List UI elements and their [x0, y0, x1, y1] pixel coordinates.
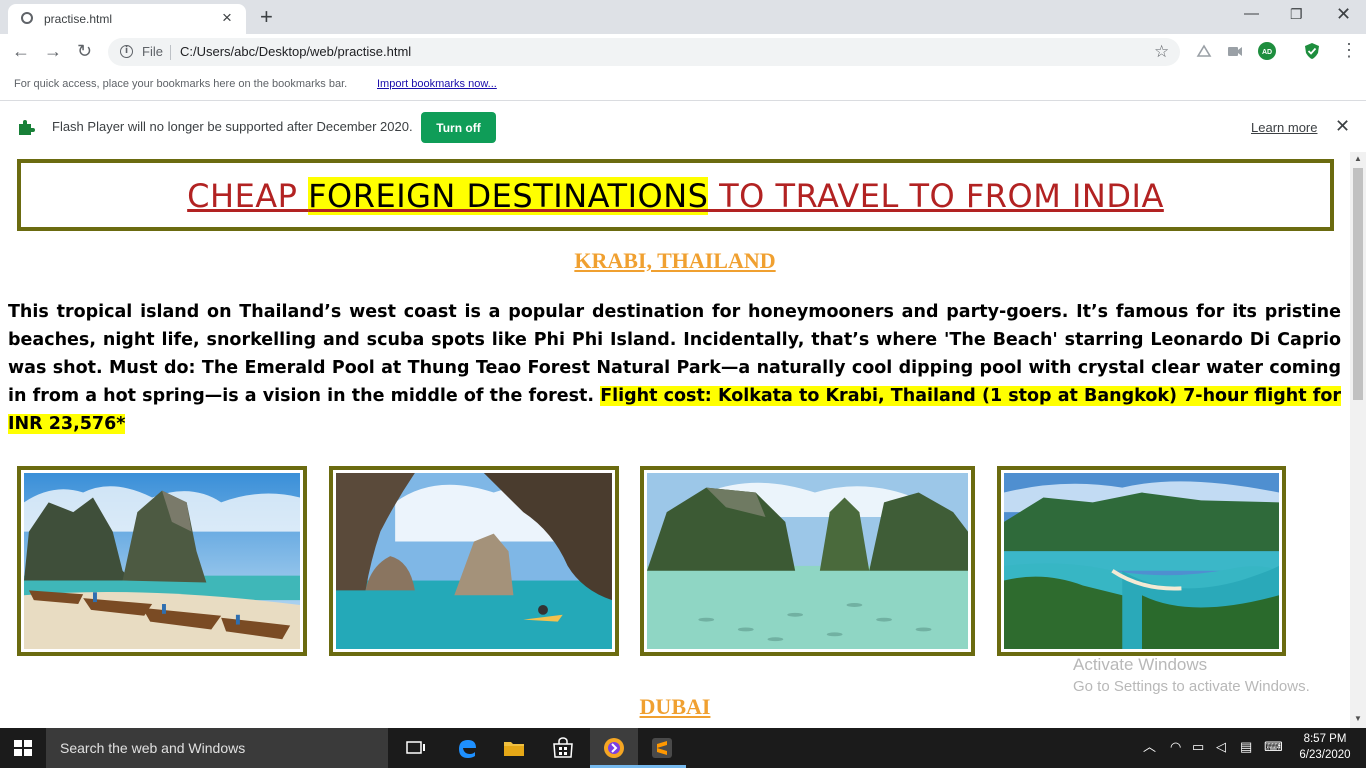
- camera-icon[interactable]: [1226, 42, 1244, 60]
- back-icon[interactable]: ←: [12, 40, 30, 62]
- profile-avatar[interactable]: AD: [1258, 42, 1276, 60]
- shield-check-icon[interactable]: [1303, 42, 1321, 60]
- edge-icon[interactable]: [455, 736, 479, 760]
- avatar-initials: AD: [1262, 49, 1272, 56]
- scroll-up-icon[interactable]: ▲: [1354, 154, 1362, 163]
- page-content: CHEAP FOREIGN DESTINATIONS TO TRAVEL TO …: [0, 152, 1350, 728]
- clock-time: 8:57 PM: [1303, 733, 1347, 745]
- flash-infobar: Flash Player will no longer be supported…: [0, 101, 1366, 153]
- turn-off-button[interactable]: Turn off: [421, 112, 496, 143]
- page-scrollbar[interactable]: ▲ ▼: [1350, 152, 1366, 728]
- heading-frame: CHEAP FOREIGN DESTINATIONS TO TRAVEL TO …: [17, 159, 1334, 231]
- photo-krabi-lagoon: [640, 466, 975, 656]
- minimize-icon[interactable]: —: [1244, 4, 1259, 24]
- scrollbar-thumb[interactable]: [1353, 168, 1363, 400]
- taskbar-search[interactable]: Search the web and Windows: [46, 728, 388, 768]
- tray-chevron-icon[interactable]: ︿: [1143, 738, 1156, 756]
- extension-icon[interactable]: [1195, 42, 1213, 60]
- import-bookmarks-link[interactable]: Import bookmarks now...: [377, 78, 497, 90]
- photo-krabi-kayak: [329, 466, 619, 656]
- watermark-subtitle: Go to Settings to activate Windows.: [1073, 678, 1310, 695]
- phi-phi-image: [1004, 473, 1279, 649]
- bookmark-star-icon[interactable]: ☆: [1154, 41, 1169, 63]
- close-window-icon[interactable]: ✕: [1336, 4, 1351, 24]
- wifi-icon[interactable]: ◠: [1170, 738, 1181, 756]
- forward-icon[interactable]: →: [44, 40, 62, 62]
- clock-date: 6/23/2020: [1299, 749, 1351, 761]
- store-icon[interactable]: [551, 736, 575, 760]
- bookmarks-bar: For quick access, place your bookmarks h…: [0, 70, 1366, 101]
- taskbar: Search the web and Windows ︿ ◠ ▭ ◁ ▤ ⌨ 8…: [0, 728, 1366, 768]
- scroll-down-icon[interactable]: ▼: [1354, 714, 1362, 723]
- browser-toolbar: ← → ↻ i File C:/Users/abc/Desktop/web/pr…: [0, 34, 1366, 70]
- url-text[interactable]: C:/Users/abc/Desktop/web/practise.html: [180, 44, 411, 59]
- heading-highlight: FOREIGN DESTINATIONS: [308, 177, 709, 215]
- heading-part-cheap: CHEAP: [187, 177, 309, 215]
- close-infobar-icon[interactable]: ✕: [1335, 115, 1350, 137]
- watermark-title: Activate Windows: [1073, 655, 1208, 674]
- heading-part-rest: TO TRAVEL TO FROM INDIA: [708, 177, 1164, 215]
- keyboard-icon[interactable]: ⌨: [1264, 738, 1283, 756]
- krabi-kayak-image: [336, 473, 612, 649]
- browser-app-icon[interactable]: [602, 736, 626, 760]
- task-view-icon[interactable]: [404, 736, 428, 760]
- search-placeholder: Search the web and Windows: [60, 740, 246, 756]
- page-heading: CHEAP FOREIGN DESTINATIONS TO TRAVEL TO …: [21, 163, 1330, 215]
- new-tab-icon[interactable]: +: [260, 4, 273, 30]
- bookmarks-hint: For quick access, place your bookmarks h…: [14, 78, 348, 90]
- close-tab-icon[interactable]: ×: [222, 8, 232, 28]
- file-explorer-icon[interactable]: [502, 736, 526, 760]
- activation-watermark: Activate Windows Go to Settings to activ…: [1073, 654, 1310, 698]
- action-center-icon[interactable]: ▤: [1240, 738, 1252, 756]
- battery-icon[interactable]: ▭: [1192, 738, 1204, 756]
- address-bar[interactable]: i File C:/Users/abc/Desktop/web/practise…: [108, 38, 1180, 66]
- system-clock[interactable]: 8:57 PM 6/23/2020: [1290, 731, 1360, 763]
- tab-title: practise.html: [44, 12, 113, 26]
- learn-more-link[interactable]: Learn more: [1251, 120, 1317, 135]
- puzzle-icon: [19, 120, 35, 135]
- windows-start-icon[interactable]: [14, 740, 32, 756]
- photo-phi-phi: [997, 466, 1286, 656]
- tab-strip: practise.html × + — ❐ ✕: [0, 0, 1366, 34]
- section-title-krabi: KRABI, THAILAND: [574, 248, 776, 273]
- krabi-description: This tropical island on Thailand’s west …: [8, 298, 1342, 438]
- restore-icon[interactable]: ❐: [1290, 4, 1303, 24]
- file-label: File: [142, 44, 163, 59]
- info-icon[interactable]: i: [120, 45, 133, 58]
- divider: [170, 45, 171, 60]
- reload-icon[interactable]: ↻: [77, 40, 92, 62]
- globe-icon: [21, 12, 33, 24]
- krabi-lagoon-image: [647, 473, 968, 649]
- tab-practise[interactable]: practise.html ×: [8, 4, 246, 34]
- photo-krabi-beach: [17, 466, 307, 656]
- krabi-beach-image: [24, 473, 300, 649]
- menu-icon[interactable]: ⋮: [1340, 39, 1358, 61]
- volume-icon[interactable]: ◁: [1216, 738, 1226, 756]
- sublime-text-icon[interactable]: [650, 736, 674, 760]
- flash-message: Flash Player will no longer be supported…: [52, 119, 413, 134]
